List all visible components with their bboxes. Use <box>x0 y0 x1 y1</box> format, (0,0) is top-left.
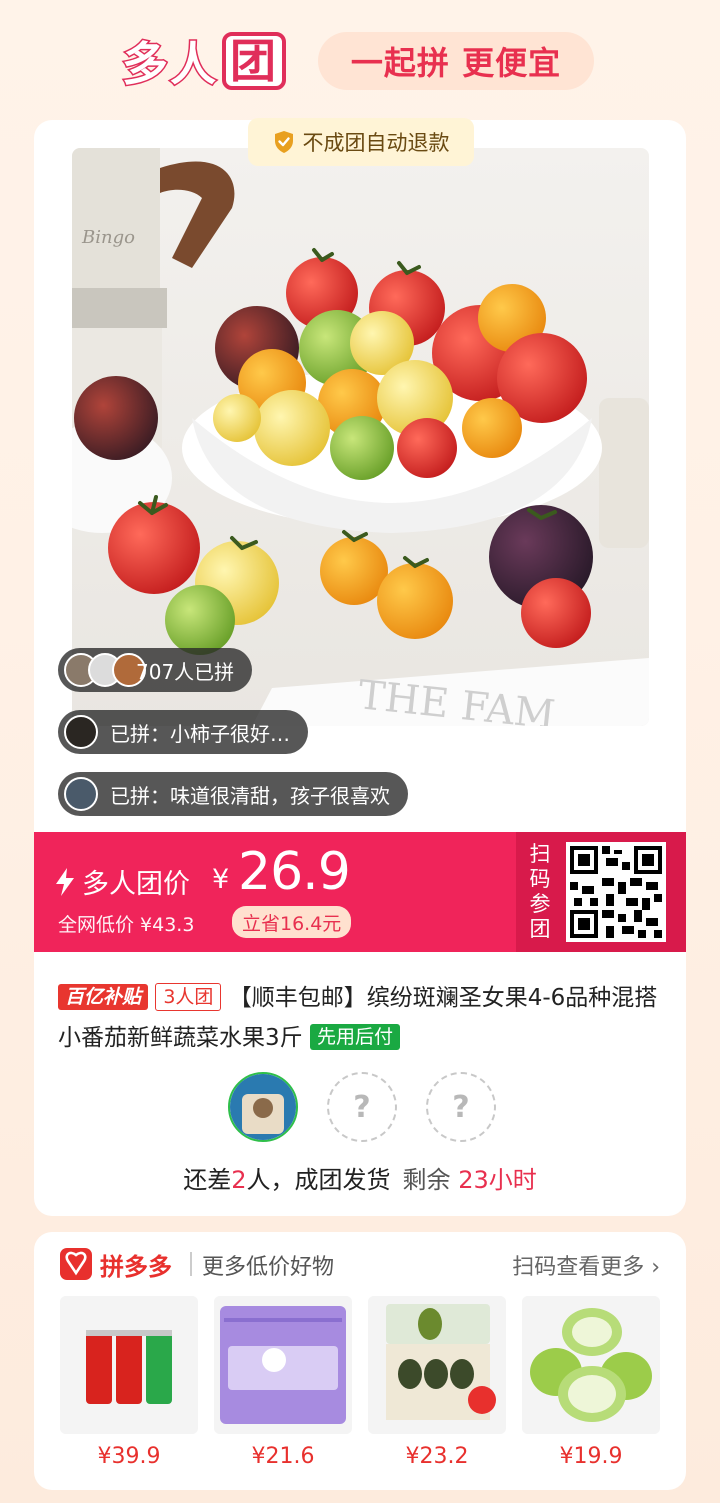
remain-prefix: 还差 <box>183 1166 232 1194</box>
review-text: 已拼：小柿子很好… <box>110 721 290 746</box>
soda-cans-icon <box>60 1296 198 1434</box>
remain-suffix: 人，成团发货 <box>246 1166 391 1194</box>
product-image[interactable]: Bingo THE FAM <box>72 148 649 726</box>
question-mark-icon: ? <box>452 1089 470 1125</box>
scan-more-link[interactable]: 扫码查看更多 › <box>512 1249 660 1281</box>
product-price: ¥39.9 <box>97 1444 161 1469</box>
currency-symbol: ¥ <box>212 864 230 895</box>
brand-name: 拼多多 <box>100 1253 172 1281</box>
scan-to-join[interactable]: 扫 码 参 团 <box>516 832 686 952</box>
scan-char: 团 <box>529 917 551 941</box>
scan-char: 码 <box>529 867 551 891</box>
joined-count-text: 707人已拼 <box>136 659 235 684</box>
shield-icon <box>274 131 293 153</box>
avatar <box>64 777 98 811</box>
savings-badge: 立省16.4元 <box>232 906 352 938</box>
avocado-box-icon <box>368 1296 506 1434</box>
product-price: ¥21.6 <box>251 1444 315 1469</box>
product-item[interactable]: ¥21.6 <box>214 1296 352 1469</box>
price-section: 多人团价 ¥ 26.9 全网低价 ¥43.3 立省16.4元 <box>34 832 516 952</box>
product-title[interactable]: 百亿补贴 3人团 【顺丰包邮】缤纷斑斓圣女果4-6品种混搭小番茄新鲜蔬菜水果3斤… <box>58 978 668 1058</box>
time-label: 剩余 <box>402 1166 451 1194</box>
group-size-tag: 3人团 <box>155 983 222 1011</box>
member-avatar <box>228 1072 298 1142</box>
review-pill: 已拼：味道很清甜，孩子很喜欢 <box>58 772 408 816</box>
price-bar: 多人团价 ¥ 26.9 全网低价 ¥43.3 立省16.4元 扫 码 参 团 <box>34 832 686 952</box>
refund-badge: 不成团自动退款 <box>248 118 474 166</box>
product-item[interactable]: ¥19.9 <box>522 1296 660 1469</box>
avatar <box>230 1074 296 1140</box>
product-item[interactable]: ¥23.2 <box>368 1296 506 1469</box>
qr-code-icon <box>570 846 662 938</box>
time-remaining: 23小时 <box>458 1166 537 1194</box>
tomato-photo: Bingo THE FAM <box>72 148 649 726</box>
group-price: 26.9 <box>238 842 351 902</box>
slogan: 一起拼 更便宜 <box>318 32 594 90</box>
empty-member-slot: ? <box>327 1072 397 1142</box>
review-text: 已拼：味道很清甜，孩子很喜欢 <box>110 783 390 808</box>
guava-icon <box>522 1296 660 1434</box>
price-label: 多人团价 <box>82 869 190 900</box>
product-item[interactable]: ¥39.9 <box>60 1296 198 1469</box>
avatar <box>64 715 98 749</box>
header: 多人团 一起拼 更便宜 <box>0 22 720 102</box>
more-products-card: 拼多多 更多低价好物 扫码查看更多 › ¥39.9 ¥21.6 ¥23.2 ¥1… <box>34 1232 686 1490</box>
empty-member-slot: ? <box>426 1072 496 1142</box>
divider <box>190 1252 192 1276</box>
refund-text: 不成团自动退款 <box>302 131 450 155</box>
pay-later-tag: 先用后付 <box>309 1024 400 1050</box>
joined-count-pill: 707人已拼 <box>58 648 253 692</box>
lightning-icon <box>56 868 74 896</box>
question-mark-icon: ? <box>353 1089 371 1125</box>
more-subtitle: 更多低价好物 <box>202 1255 335 1280</box>
tissue-packs-icon <box>214 1296 352 1434</box>
remain-count: 2 <box>231 1166 247 1194</box>
logo-char: 多 <box>121 36 170 93</box>
scan-label: 扫 码 参 团 <box>516 842 564 942</box>
scan-char: 扫 <box>529 842 551 866</box>
duorentuan-logo: 多人团 <box>121 30 300 93</box>
original-price: 全网低价 ¥43.3 <box>58 914 195 936</box>
qr-code[interactable] <box>566 842 666 942</box>
pinduoduo-logo-icon <box>60 1248 92 1280</box>
group-remaining: 还差2人，成团发货 剩余 23小时 <box>0 1160 720 1195</box>
svg-text:Bingo: Bingo <box>81 227 135 248</box>
subsidy-tag: 百亿补贴 <box>58 984 149 1010</box>
logo-char: 团 <box>222 32 286 90</box>
scan-char: 参 <box>529 892 551 916</box>
product-price: ¥23.2 <box>405 1444 469 1469</box>
logo-char: 人 <box>169 36 218 93</box>
review-pill: 已拼：小柿子很好… <box>58 710 308 754</box>
product-list: ¥39.9 ¥21.6 ¥23.2 ¥19.9 <box>60 1296 676 1469</box>
group-members: ? ? <box>228 1072 525 1144</box>
product-price: ¥19.9 <box>559 1444 623 1469</box>
